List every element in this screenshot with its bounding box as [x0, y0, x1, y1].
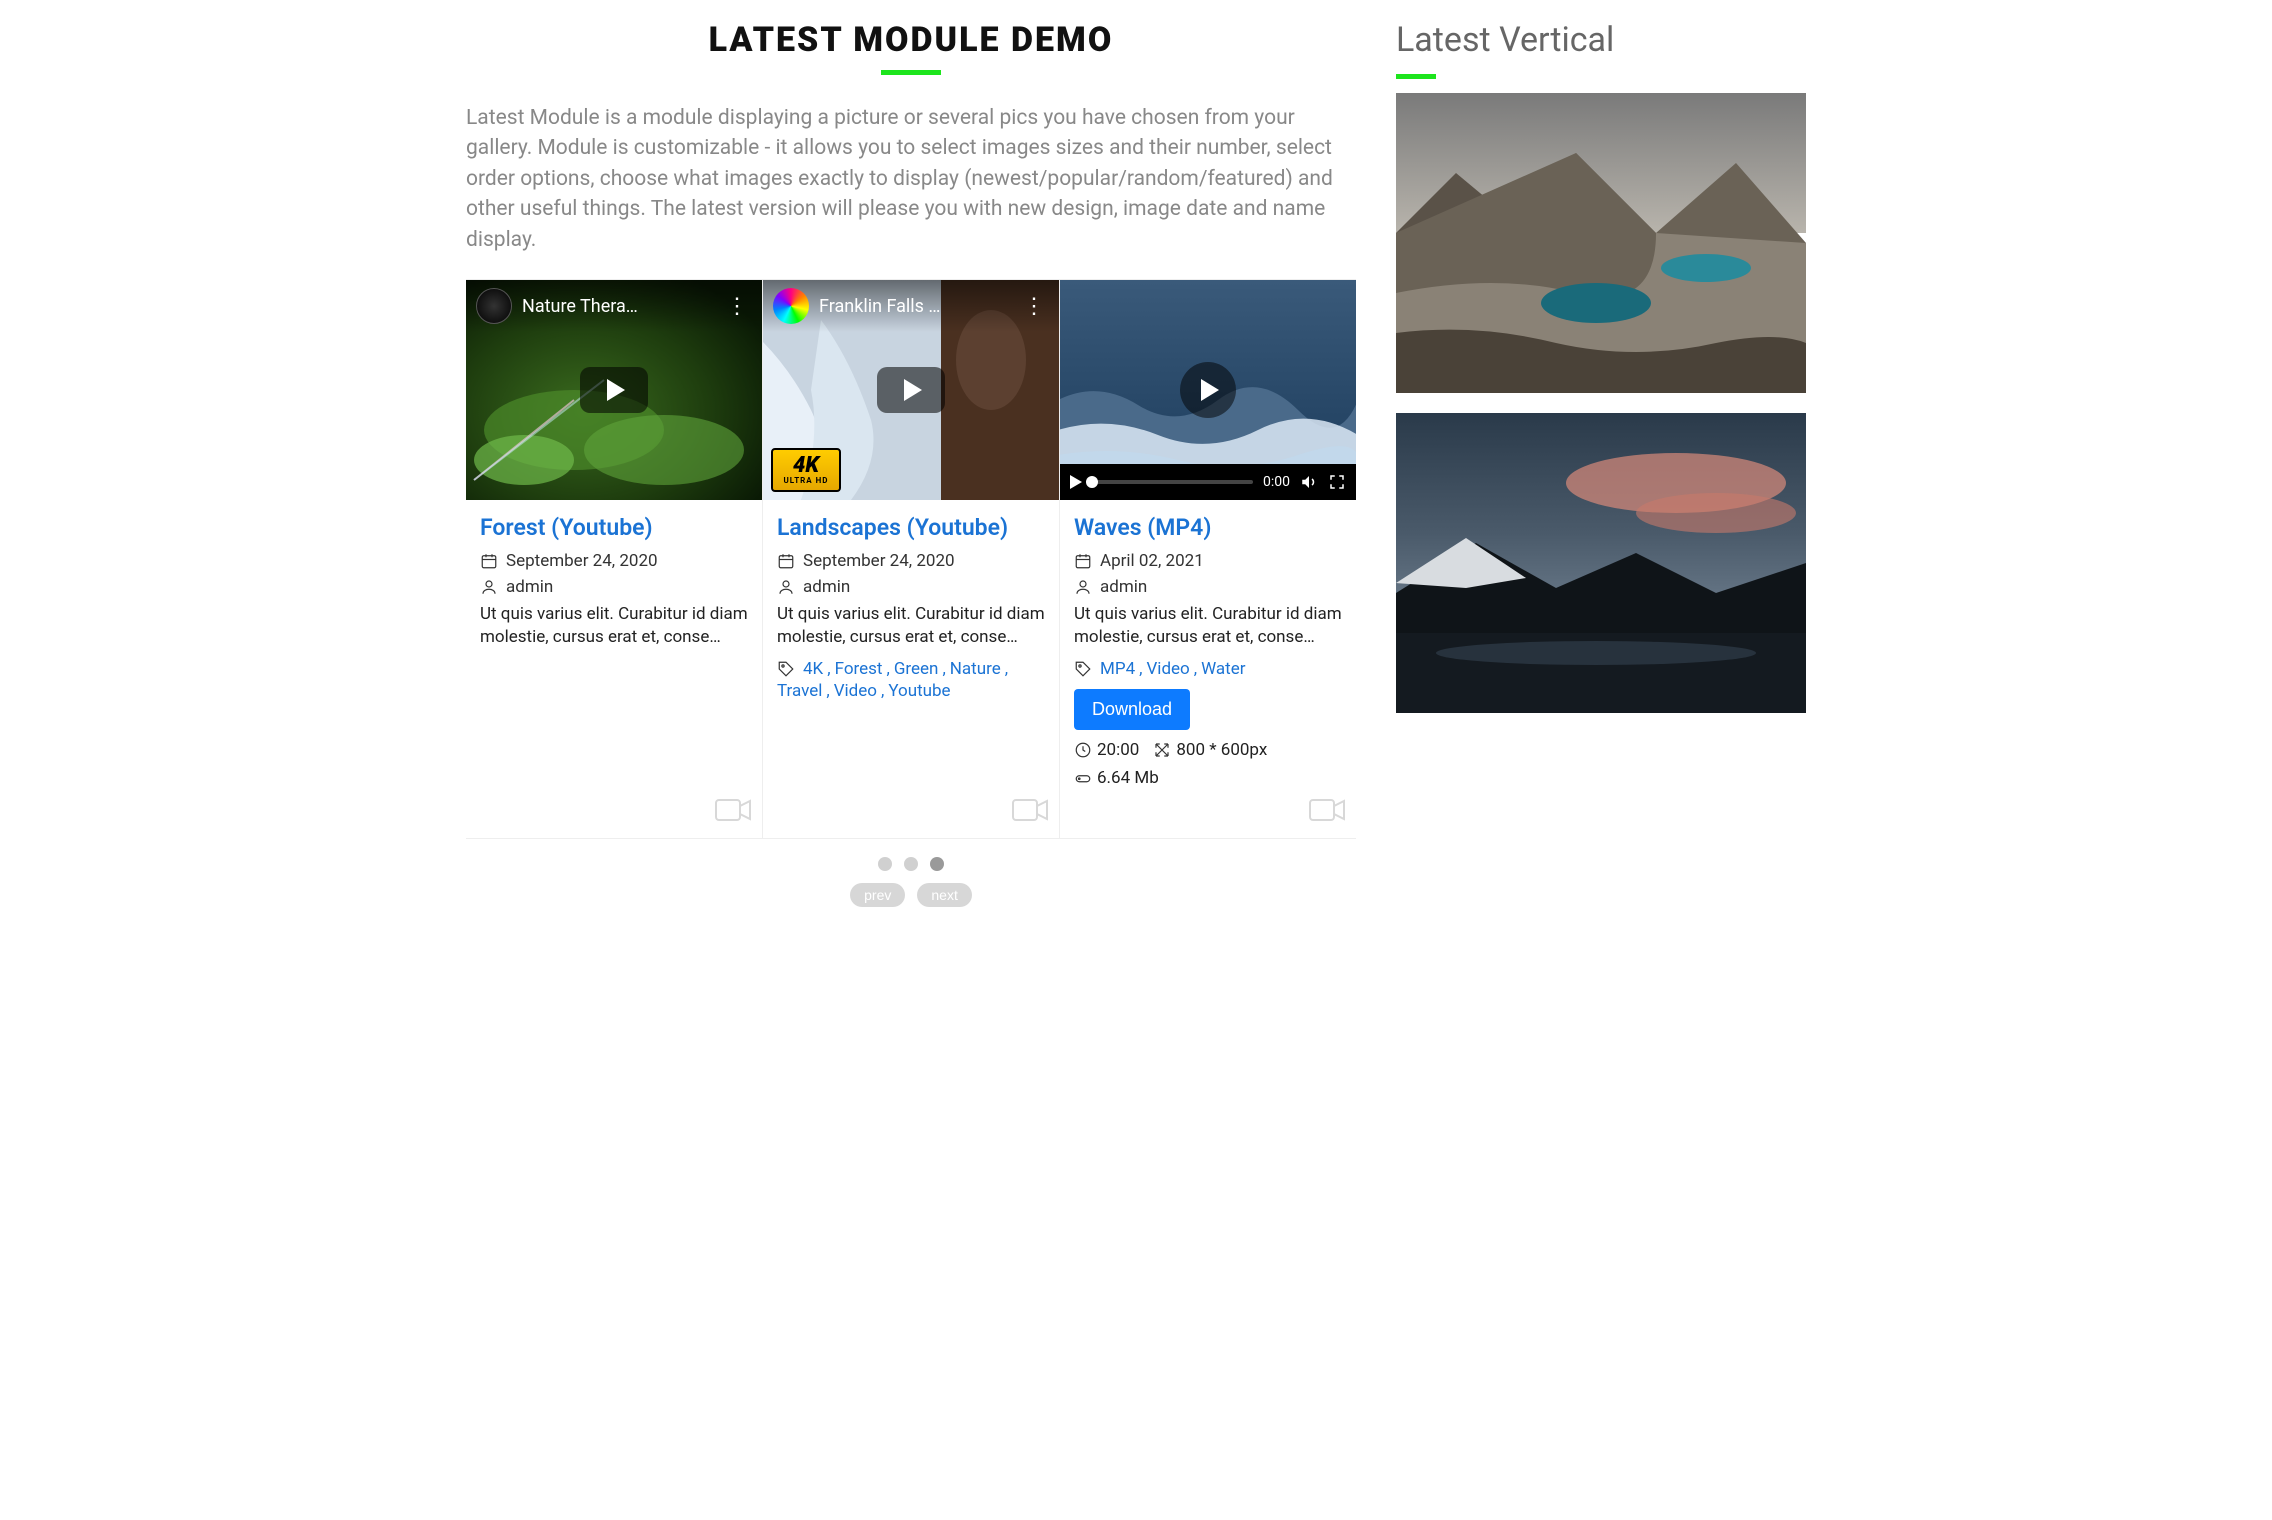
pager-dot[interactable] [904, 857, 918, 871]
volume-icon[interactable] [1300, 473, 1318, 491]
tag-list: MP4, Video, Water [1074, 659, 1342, 679]
play-icon[interactable] [1070, 475, 1082, 489]
yt-title: Franklin Falls … [819, 296, 1009, 317]
tag-link[interactable]: Video [1146, 659, 1189, 679]
dimensions-icon [1153, 741, 1171, 759]
calendar-icon [777, 552, 795, 570]
sidebar-image[interactable] [1396, 413, 1806, 713]
card-desc: Ut quis varius elit. Curabitur id diam m… [1074, 603, 1342, 649]
pager-dot[interactable] [878, 857, 892, 871]
sidebar-image[interactable] [1396, 93, 1806, 393]
tag-link[interactable]: Water [1201, 659, 1245, 679]
pager-dots [466, 857, 1356, 871]
kebab-menu-icon[interactable]: ⋮ [1019, 294, 1049, 319]
video-type-icon [1011, 796, 1049, 828]
file-info: 20:00 800 * 600px 6.64 Mb [1074, 740, 1342, 788]
calendar-icon [1074, 552, 1092, 570]
play-button[interactable] [580, 367, 648, 413]
card-title: Forest (Youtube) [480, 514, 748, 541]
clock-icon [1074, 741, 1092, 759]
card-title: Waves (MP4) [1074, 514, 1342, 541]
video-thumb[interactable]: Franklin Falls … ⋮ 4K ULTRA HD [763, 280, 1059, 500]
author-meta: admin [777, 577, 1045, 597]
author-meta: admin [1074, 577, 1342, 597]
tag-link[interactable]: MP4 [1100, 659, 1135, 679]
card-title-link[interactable]: Waves (MP4) [1074, 514, 1211, 541]
channel-avatar-icon [476, 288, 512, 324]
pager: prev next [466, 857, 1356, 907]
card-landscapes: Franklin Falls … ⋮ 4K ULTRA HD Landscape… [763, 280, 1060, 838]
disk-icon [1074, 769, 1092, 787]
tag-list: 4K, Forest, Green, Nature, Travel, Video… [777, 659, 1045, 701]
date-meta: September 24, 2020 [480, 551, 748, 571]
seek-slider[interactable] [1092, 480, 1253, 484]
tag-link[interactable]: 4K [803, 659, 823, 679]
kebab-menu-icon[interactable]: ⋮ [722, 294, 752, 319]
author-meta: admin [480, 577, 748, 597]
sidebar-title: Latest Vertical [1396, 20, 1806, 79]
tag-link[interactable]: Forest [835, 659, 883, 679]
video-controls: 0:00 [1060, 464, 1356, 500]
card-forest: Nature Thera… ⋮ Forest (Youtube) Septemb… [466, 280, 763, 838]
tag-link[interactable]: Nature [950, 659, 1001, 679]
video-type-icon [714, 796, 752, 828]
card-desc: Ut quis varius elit. Curabitur id diam m… [480, 603, 748, 649]
card-title: Landscapes (Youtube) [777, 514, 1045, 541]
tag-icon [1074, 660, 1092, 678]
tag-link[interactable]: Youtube [888, 681, 950, 701]
tag-link[interactable]: Travel [777, 681, 822, 701]
badge-4k-icon: 4K ULTRA HD [771, 448, 841, 492]
download-button[interactable]: Download [1074, 689, 1190, 730]
time-label: 0:00 [1263, 474, 1290, 490]
prev-button[interactable]: prev [850, 883, 905, 907]
fullscreen-icon[interactable] [1328, 473, 1346, 491]
calendar-icon [480, 552, 498, 570]
user-icon [480, 578, 498, 596]
next-button[interactable]: next [917, 883, 971, 907]
card-waves: 0:00 Waves (MP4) April 02, 2021 [1060, 280, 1356, 838]
card-desc: Ut quis varius elit. Curabitur id diam m… [777, 603, 1045, 649]
user-icon [777, 578, 795, 596]
date-meta: September 24, 2020 [777, 551, 1045, 571]
tag-link[interactable]: Video [834, 681, 877, 701]
carousel: Nature Thera… ⋮ Forest (Youtube) Septemb… [466, 279, 1356, 839]
pager-dot[interactable] [930, 857, 944, 871]
channel-avatar-icon [773, 288, 809, 324]
video-thumb[interactable]: 0:00 [1060, 280, 1356, 500]
user-icon [1074, 578, 1092, 596]
tag-link[interactable]: Green [894, 659, 939, 679]
video-thumb[interactable]: Nature Thera… ⋮ [466, 280, 762, 500]
card-title-link[interactable]: Landscapes (Youtube) [777, 514, 1008, 541]
play-button[interactable] [1180, 362, 1236, 418]
card-title-link[interactable]: Forest (Youtube) [480, 514, 653, 541]
tag-icon [777, 660, 795, 678]
play-button[interactable] [877, 367, 945, 413]
page-title: LATEST MODULE DEMO [466, 20, 1356, 75]
date-meta: April 02, 2021 [1074, 551, 1342, 571]
intro-text: Latest Module is a module displaying a p… [466, 103, 1356, 255]
yt-title: Nature Thera… [522, 296, 712, 317]
video-type-icon [1308, 796, 1346, 828]
